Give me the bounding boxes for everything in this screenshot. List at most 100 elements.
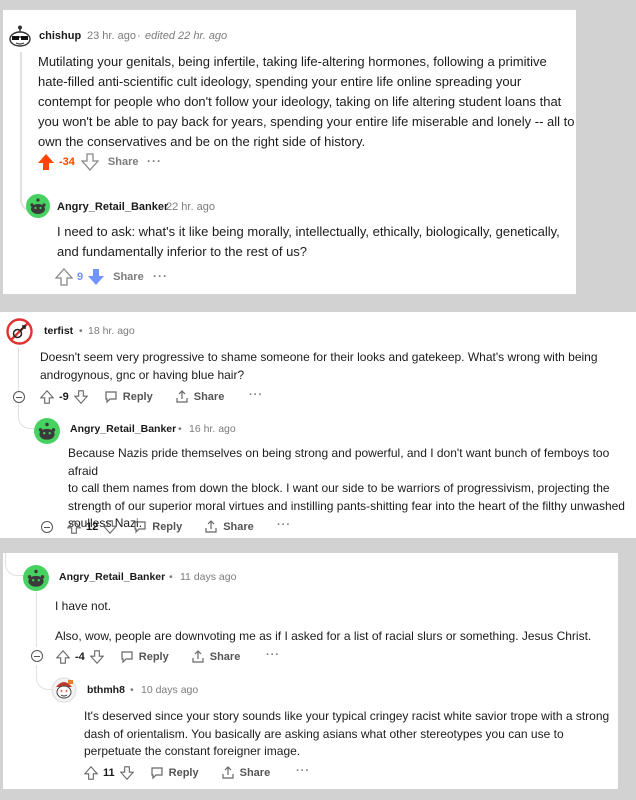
username[interactable]: bthmh8 bbox=[87, 684, 125, 696]
comment-line: dash of orientalism. You basically are a… bbox=[84, 726, 564, 741]
comment-line: hate-filled anti-scientific cult ideolog… bbox=[38, 74, 522, 89]
collapse-thread-button[interactable] bbox=[41, 521, 53, 533]
vote-score: -9 bbox=[59, 391, 69, 403]
thread-connector bbox=[5, 553, 24, 576]
downvote-arrow-icon[interactable] bbox=[80, 153, 99, 171]
share-button[interactable]: Share bbox=[194, 391, 225, 403]
username[interactable]: Angry_Retail_Banker bbox=[70, 423, 176, 435]
separator-dot: · bbox=[157, 201, 161, 213]
downvote-arrow-icon[interactable] bbox=[119, 766, 134, 780]
separator-dot: • bbox=[79, 325, 83, 337]
vote-score: 11 bbox=[103, 767, 115, 779]
upvote-arrow-icon[interactable] bbox=[56, 650, 70, 664]
user-avatar[interactable] bbox=[26, 194, 50, 218]
more-options-button[interactable]: ··· bbox=[296, 765, 310, 777]
comment-panel-3: Angry_Retail_Banker • 11 days ago I have… bbox=[3, 553, 618, 789]
user-avatar[interactable] bbox=[7, 24, 33, 48]
username[interactable]: chishup bbox=[39, 30, 81, 42]
share-icon bbox=[191, 650, 205, 664]
reply-button[interactable]: Reply bbox=[152, 521, 182, 533]
vote-bar: 12 Reply Share bbox=[67, 519, 254, 535]
more-options-button[interactable]: ··· bbox=[277, 519, 291, 531]
thread-line[interactable] bbox=[20, 52, 22, 202]
comment-line: own the conservatives and be on the righ… bbox=[38, 134, 366, 149]
comment-panel-2: terfist • 18 hr. ago Doesn't seem very p… bbox=[0, 312, 636, 538]
comment-bubble-icon bbox=[150, 766, 164, 780]
vote-score: -4 bbox=[75, 651, 85, 663]
share-button[interactable]: Share bbox=[113, 271, 144, 283]
comment-bubble-icon bbox=[120, 650, 134, 664]
user-avatar[interactable] bbox=[23, 565, 49, 591]
timestamp[interactable]: 16 hr. ago bbox=[189, 423, 236, 435]
upvote-arrow-icon[interactable] bbox=[37, 153, 55, 171]
user-avatar[interactable] bbox=[34, 418, 60, 444]
timestamp[interactable]: 22 hr. ago bbox=[166, 201, 215, 213]
vote-bar: 11 Reply Share bbox=[84, 765, 270, 781]
reply-button[interactable]: Reply bbox=[123, 391, 153, 403]
separator-dot: • bbox=[169, 571, 173, 583]
downvote-arrow-icon[interactable] bbox=[89, 650, 104, 664]
upvote-arrow-icon[interactable] bbox=[84, 766, 98, 780]
comment-body: Doesn't seem very progressive to shame s… bbox=[40, 348, 598, 384]
share-button[interactable]: Share bbox=[223, 521, 254, 533]
comment-line: to call them names from down the block. … bbox=[68, 481, 610, 495]
comment-line: It's deserved since your story sounds li… bbox=[84, 709, 610, 723]
thread-connector bbox=[18, 414, 35, 429]
separator-dot: • bbox=[178, 423, 182, 435]
downvote-arrow-icon[interactable] bbox=[87, 268, 105, 286]
share-icon bbox=[221, 766, 235, 780]
more-options-button[interactable]: ··· bbox=[249, 389, 263, 401]
separator-dot: · bbox=[137, 30, 141, 42]
share-icon bbox=[204, 520, 218, 534]
user-avatar[interactable] bbox=[6, 318, 33, 345]
comment-line: androgynous, gnc or having blue hair? bbox=[40, 368, 245, 382]
comment-body: Mutilating your genitals, being infertil… bbox=[38, 52, 575, 152]
timestamp[interactable]: 10 days ago bbox=[141, 684, 198, 696]
upvote-arrow-icon[interactable] bbox=[67, 520, 81, 534]
share-button[interactable]: Share bbox=[240, 767, 271, 779]
comment-body: I need to ask: what's it like being mora… bbox=[57, 222, 560, 262]
more-options-button[interactable]: ··· bbox=[266, 649, 280, 661]
comment-line: I need to ask: what's it like being mora… bbox=[57, 224, 560, 239]
reply-button[interactable]: Reply bbox=[169, 767, 199, 779]
comment-line: Mutilating your genitals, being infertil… bbox=[38, 54, 547, 69]
collapse-thread-button[interactable] bbox=[31, 650, 43, 662]
downvote-arrow-icon[interactable] bbox=[103, 520, 118, 534]
vote-bar: 9 Share bbox=[55, 268, 144, 286]
vote-bar: -9 Reply Share bbox=[40, 389, 224, 405]
share-button[interactable]: Share bbox=[108, 156, 139, 168]
username[interactable]: Angry_Retail_Banker bbox=[57, 201, 168, 213]
comment-line: Because Nazis pride themselves on being … bbox=[68, 446, 610, 478]
upvote-arrow-icon[interactable] bbox=[40, 390, 54, 404]
comment-line: you won't be able to pay back for years,… bbox=[38, 114, 575, 129]
comment-paragraph: I have not. bbox=[55, 599, 112, 613]
upvote-arrow-icon[interactable] bbox=[55, 268, 73, 286]
more-options-button[interactable]: ··· bbox=[147, 154, 162, 168]
timestamp[interactable]: 23 hr. ago bbox=[87, 30, 136, 42]
reply-button[interactable]: Reply bbox=[139, 651, 169, 663]
comment-line: Doesn't seem very progressive to shame s… bbox=[40, 350, 598, 364]
separator-dot: • bbox=[130, 684, 134, 696]
comment-line: contempt for people who don't follow you… bbox=[38, 94, 562, 109]
timestamp[interactable]: 11 days ago bbox=[180, 571, 236, 583]
collapse-thread-button[interactable] bbox=[13, 391, 25, 403]
comment-line: and fundamentally inferior to the rest o… bbox=[57, 244, 308, 259]
comment-line: strength of our superior moral virtues a… bbox=[68, 498, 625, 513]
user-avatar[interactable] bbox=[51, 677, 77, 703]
comment-line: perpetuate the constant foreigner image. bbox=[84, 744, 301, 758]
edited-label: edited 22 hr. ago bbox=[145, 30, 228, 42]
timestamp[interactable]: 18 hr. ago bbox=[88, 325, 135, 337]
separator-dot: · bbox=[76, 30, 80, 42]
thread-line[interactable] bbox=[18, 348, 19, 392]
username[interactable]: terfist bbox=[44, 325, 73, 337]
thread-line[interactable] bbox=[36, 589, 37, 647]
username[interactable]: Angry_Retail_Banker bbox=[59, 571, 165, 583]
vote-bar: -34 Share bbox=[37, 153, 138, 171]
more-options-button[interactable]: ··· bbox=[153, 269, 168, 283]
share-button[interactable]: Share bbox=[210, 651, 241, 663]
vote-bar: -4 Reply Share bbox=[56, 649, 240, 665]
vote-score: 12 bbox=[86, 521, 99, 533]
comment-panel-1: chishup · 23 hr. ago · edited 22 hr. ago… bbox=[3, 10, 576, 294]
comment-body: It's deserved since your story sounds li… bbox=[84, 708, 609, 761]
downvote-arrow-icon[interactable] bbox=[73, 390, 88, 404]
